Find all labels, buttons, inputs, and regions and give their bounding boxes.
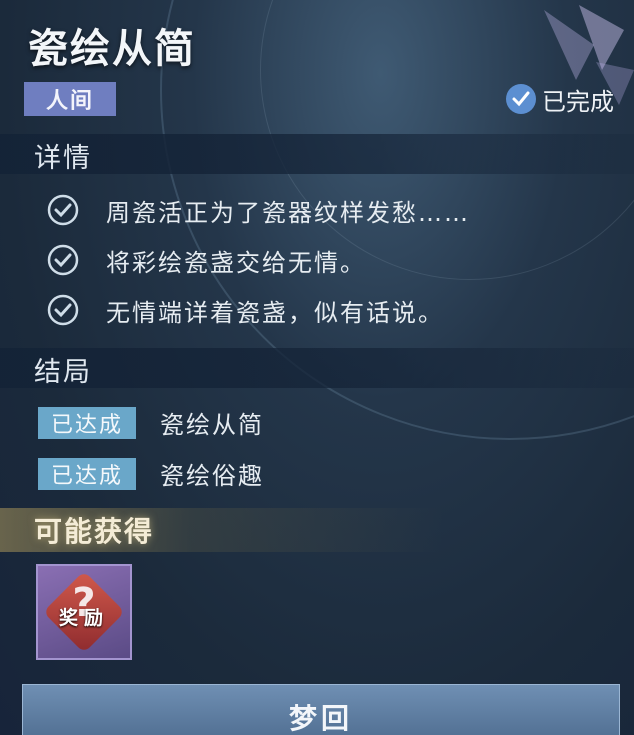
check-icon: [47, 294, 79, 326]
ending-label: 瓷绘从简: [160, 411, 264, 439]
detail-item: 周瓷活正为了瓷器纹样发愁……: [46, 192, 470, 228]
ending-achieved-badge: 已达成: [38, 406, 136, 439]
reward-item[interactable]: ? 奖励: [36, 564, 132, 660]
details-heading: 详情: [34, 143, 92, 174]
detail-item: 无情端详着瓷盏，似有话说。: [46, 292, 444, 328]
ending-achieved-badge: 已达成: [38, 457, 136, 490]
quest-title: 瓷绘从简: [28, 26, 196, 72]
endings-heading: 结局: [34, 357, 92, 388]
status-label: 已完成: [542, 87, 614, 116]
check-circle-icon: [506, 84, 536, 114]
detail-item: 将彩绘瓷盏交给无情。: [46, 242, 366, 278]
quest-category-tag: 人间: [24, 82, 116, 116]
ending-item: 已达成 瓷绘俗趣: [38, 456, 264, 491]
check-icon: [47, 194, 79, 226]
details-section-bar: [0, 134, 634, 174]
reward-label: 奖励: [58, 607, 109, 629]
detail-text: 周瓷活正为了瓷器纹样发愁……: [106, 198, 470, 227]
ending-label: 瓷绘俗趣: [160, 462, 264, 490]
dream-return-button[interactable]: 梦回: [22, 684, 620, 735]
quest-detail-panel: 瓷绘从简 人间 已完成 详情 周瓷活正为了瓷器纹样发愁…… 将彩绘瓷盏交给无情。…: [0, 0, 634, 735]
detail-text: 无情端详着瓷盏，似有话说。: [106, 298, 444, 327]
quest-status: 已完成: [506, 82, 614, 116]
rewards-heading: 可能获得: [34, 515, 155, 548]
endings-section-bar: [0, 348, 634, 388]
detail-text: 将彩绘瓷盏交给无情。: [106, 248, 366, 277]
ending-item: 已达成 瓷绘从简: [38, 405, 264, 440]
check-icon: [47, 244, 79, 276]
